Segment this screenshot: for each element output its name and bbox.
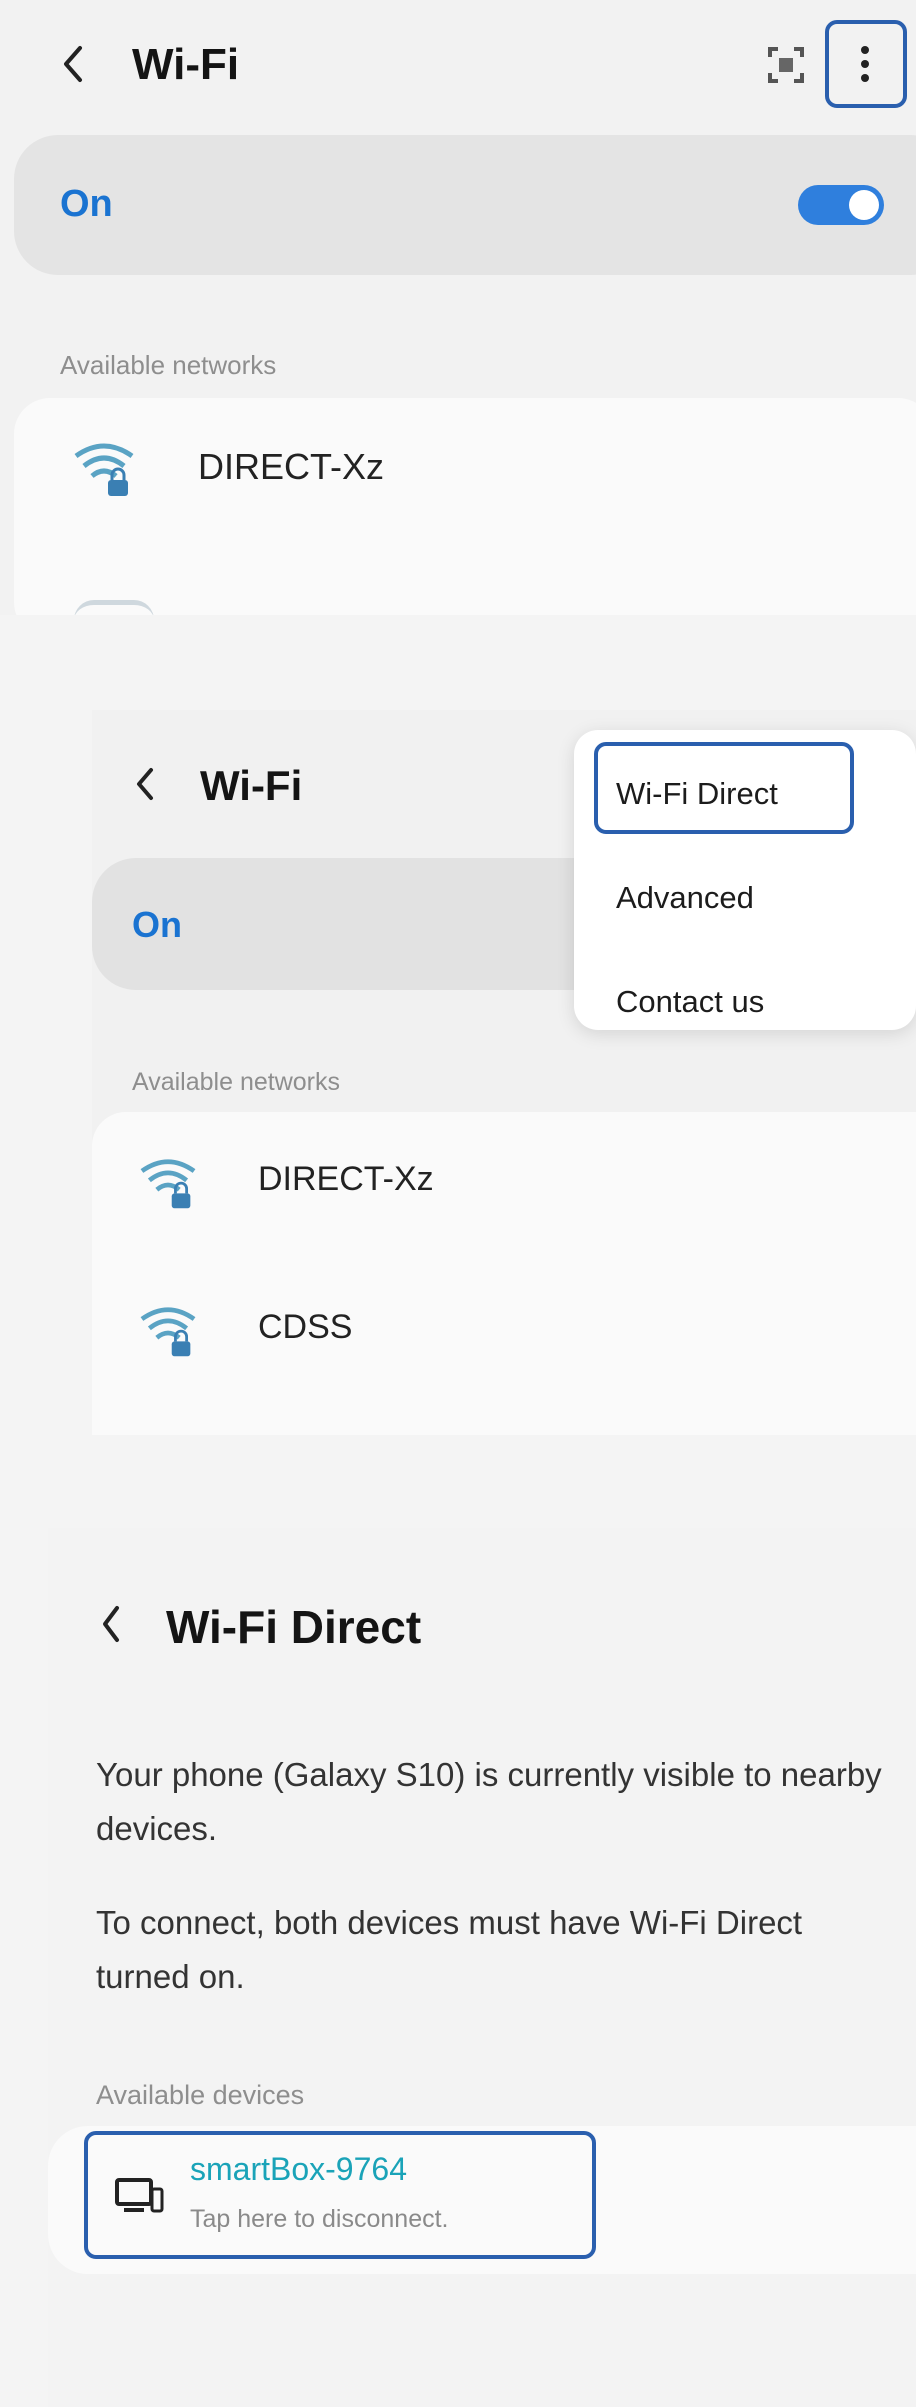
partial-network-icon — [74, 600, 154, 615]
section-label: Available networks — [132, 1068, 340, 1096]
menu-item-advanced[interactable]: Advanced — [616, 880, 754, 916]
page-title: Wi-Fi — [132, 40, 240, 89]
network-list: DIRECT-Xz — [14, 398, 916, 615]
wifi-direct-highlight — [594, 742, 854, 834]
wifi-lock-icon — [72, 442, 136, 500]
network-list: DIRECT-Xz CDSS — [92, 1112, 916, 1435]
wifi-direct-screen: Wi-Fi Direct Your phone (Galaxy S10) is … — [48, 1528, 916, 2407]
wifi-menu-screen: Wi-Fi On Available networks DIRECT-Xz CD… — [92, 710, 916, 1435]
wifi-lock-icon — [138, 1158, 198, 1212]
toggle-label: On — [60, 183, 113, 225]
toggle-knob — [849, 190, 879, 220]
wifi-settings-screen: Wi-Fi On Available networks DIRECT-Xz — [0, 0, 916, 615]
menu-item-contact-us[interactable]: Contact us — [616, 984, 764, 1020]
page-title: Wi-Fi — [200, 762, 303, 809]
device-highlight — [84, 2131, 596, 2259]
toggle-label: On — [132, 904, 182, 945]
wifi-lock-icon — [138, 1306, 198, 1360]
network-item[interactable]: CDSS — [92, 1296, 916, 1406]
visibility-description: Your phone (Galaxy S10) is currently vis… — [96, 1756, 882, 1847]
qr-scan-icon[interactable] — [766, 45, 806, 85]
network-name: DIRECT-Xz — [198, 446, 385, 487]
network-name: DIRECT-Xz — [258, 1160, 434, 1198]
network-item[interactable]: DIRECT-Xz — [14, 432, 916, 552]
back-arrow-icon[interactable] — [132, 766, 158, 802]
connection-description: To connect, both devices must have Wi-Fi… — [96, 1904, 803, 1995]
back-arrow-icon[interactable] — [98, 1604, 124, 1644]
section-label: Available networks — [60, 350, 277, 380]
wifi-toggle-switch[interactable] — [798, 185, 884, 225]
more-options-icon[interactable] — [857, 42, 873, 86]
network-item[interactable]: DIRECT-Xz — [92, 1148, 916, 1258]
wifi-toggle-row[interactable]: On — [14, 135, 916, 275]
back-arrow-icon[interactable] — [58, 44, 88, 84]
network-name: CDSS — [258, 1308, 353, 1346]
page-title: Wi-Fi Direct — [166, 1601, 422, 1653]
section-label: Available devices — [96, 2080, 305, 2110]
